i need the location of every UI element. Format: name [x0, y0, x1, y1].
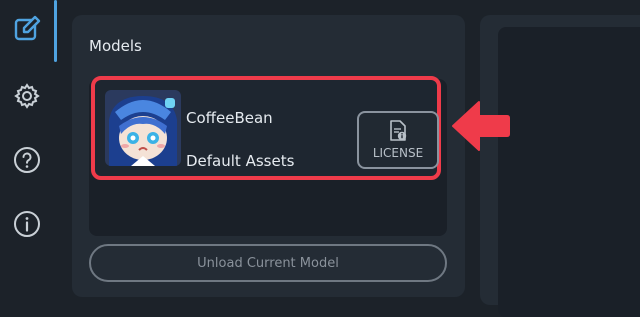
unload-label: Unload Current Model	[197, 255, 339, 271]
help-icon	[14, 147, 40, 173]
license-document-icon	[390, 120, 407, 141]
unload-model-button[interactable]: Unload Current Model	[89, 244, 447, 282]
preview-panel	[480, 15, 640, 317]
sidebar-item-info[interactable]	[6, 203, 48, 245]
model-source: Default Assets	[186, 152, 295, 170]
model-name: CoffeeBean	[186, 109, 273, 127]
sidebar	[0, 0, 54, 302]
sidebar-item-edit[interactable]	[6, 8, 48, 50]
sidebar-item-settings[interactable]	[6, 75, 48, 117]
model-card[interactable]: CoffeeBean Default Assets LICENSE	[91, 76, 441, 180]
callout-arrow-icon	[452, 101, 510, 151]
panel-title: Models	[89, 37, 142, 55]
info-icon	[14, 211, 40, 237]
preview-area	[498, 27, 640, 317]
active-indicator	[54, 0, 57, 62]
model-avatar	[105, 90, 181, 166]
sidebar-item-help[interactable]	[6, 139, 48, 181]
models-panel: Models CoffeeBean Default Assets LICENSE…	[72, 15, 465, 297]
license-label: LICENSE	[372, 146, 424, 160]
gear-icon	[14, 83, 40, 109]
edit-icon	[14, 15, 41, 41]
license-button[interactable]: LICENSE	[357, 111, 439, 169]
